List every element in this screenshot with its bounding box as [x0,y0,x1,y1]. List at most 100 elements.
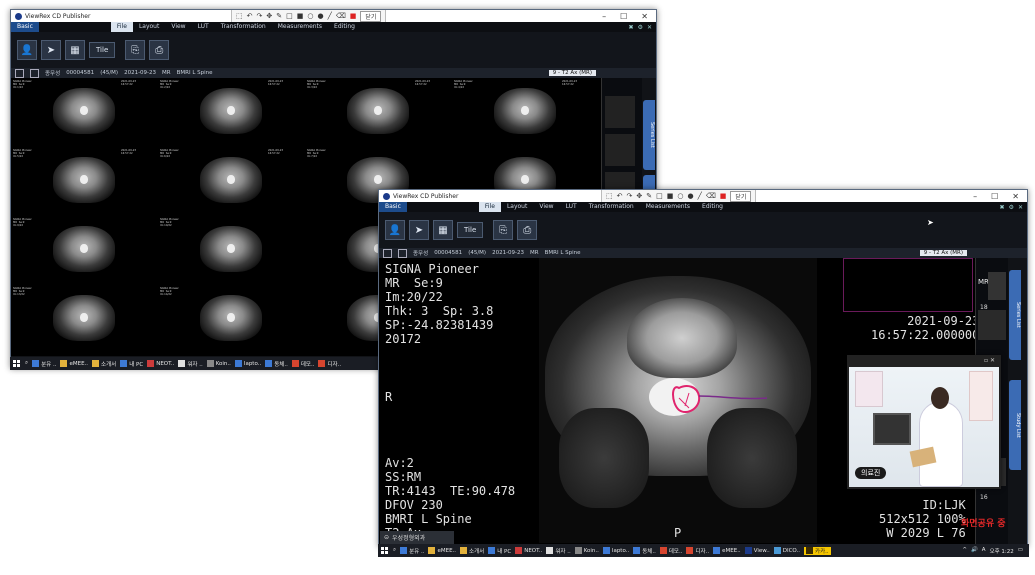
taskbar-item[interactable]: NEOT.. [147,360,174,367]
tile-cell[interactable]: SIGNA Pioneer MR Se:9 Im:5/22 2021-09-23 … [11,147,158,215]
taskbar-item[interactable]: Koin.. [206,360,231,367]
roi-annotation[interactable] [539,258,817,543]
taskbar-item[interactable]: 동체.. [265,360,288,368]
start-icon[interactable] [13,359,21,368]
select-tool-icon[interactable]: ⬚ [236,12,243,20]
taskbar-item[interactable]: 소개서 [460,547,484,555]
start-icon[interactable] [381,546,389,555]
series-selector[interactable]: 9 - T2 Ax (MR) [548,70,596,76]
tile-cell[interactable]: SIGNA Pioneer MR Se:9 Im:14/22 [158,285,305,355]
maximize-button[interactable]: ☐ [991,192,998,201]
redo-icon[interactable]: ↷ [627,192,633,200]
circle-tool-icon[interactable]: ○ [307,12,313,20]
volume-icon[interactable]: 🔊 [971,547,978,555]
taskbar-item[interactable]: 분유 .. [400,547,424,555]
tab-lut[interactable]: LUT [192,22,215,32]
copy-button[interactable]: ⎘ [125,40,146,60]
redo-icon[interactable]: ↷ [257,12,263,20]
tab-editing[interactable]: Editing [328,22,361,32]
series-thumb[interactable] [605,96,635,128]
taskbar-item[interactable]: 데모.. [659,547,682,555]
patient-button[interactable]: 👤 [385,220,405,240]
taskbar-item[interactable]: 디자.. [318,360,341,368]
front-side-tab[interactable]: Study List [1009,380,1021,470]
pin-icon[interactable]: ✖ [1000,204,1005,211]
pointer-button[interactable]: ➤ [409,220,429,240]
layout-1-icon[interactable] [15,68,24,78]
tab-layout[interactable]: Layout [501,202,533,212]
layout-1-icon[interactable] [383,248,392,258]
series-thumb[interactable] [605,134,635,166]
taskbar-item[interactable]: lapto.. [234,360,261,367]
tab-view[interactable]: View [533,202,559,212]
move-tool-icon[interactable]: ✥ [636,192,642,200]
patient-button[interactable]: 👤 [17,40,37,60]
rect-tool-icon[interactable]: □ [656,192,663,200]
tile-button[interactable]: Tile [89,42,116,58]
fill-circle-icon[interactable]: ● [687,192,693,200]
fill-rect-icon[interactable]: ■ [297,12,304,20]
clock[interactable]: 오후 1:22 [990,547,1014,555]
taskbar-item[interactable]: eMEE.. [713,547,741,554]
circle-tool-icon[interactable]: ○ [677,192,683,200]
series-thumb[interactable] [988,272,1006,300]
panel-close-icon[interactable]: ✕ [647,24,652,31]
tab-file[interactable]: File [110,22,133,32]
tab-basic[interactable]: Basic [11,22,39,32]
taskbar-item[interactable]: 데모.. [291,360,314,368]
series-selector[interactable]: 9 - T2 Ax (MR) [919,250,967,256]
tab-view[interactable]: View [165,22,191,32]
taskbar-item[interactable]: lapto.. [602,547,629,554]
pen-tool-icon[interactable]: ✎ [276,12,282,20]
undo-icon[interactable]: ↶ [247,12,253,20]
tab-editing[interactable]: Editing [696,202,729,212]
webcam-window[interactable]: ▫ ✕ 의료진 [847,355,1001,489]
close-window-button[interactable]: ✕ [641,12,648,21]
line-tool-icon[interactable]: ╱ [698,192,702,200]
taskbar-item[interactable]: 디자.. [686,547,709,555]
tray-popup[interactable]: ⊝ 우성정형외과 [380,531,454,544]
taskbar-item[interactable]: 워자 .. [178,360,203,368]
tray-chevron-icon[interactable]: ^ [962,547,967,555]
taskbar-item[interactable]: 내 PC [488,547,511,555]
eraser-icon[interactable]: ⌫ [706,192,716,200]
tile-cell[interactable]: SIGNA Pioneer MR Se:9 Im:13/22 [11,285,158,355]
tab-file[interactable]: File [478,202,501,212]
back-side-tab[interactable]: Series List [643,100,655,170]
taskbar-item[interactable]: DICO.. [773,547,800,554]
taskbar-item[interactable]: NEOT.. [515,547,542,554]
line-tool-icon[interactable]: ╱ [328,12,332,20]
minimize-button[interactable]: – [602,12,606,21]
move-tool-icon[interactable]: ✥ [266,12,272,20]
tab-measurements[interactable]: Measurements [272,22,328,32]
taskbar-item[interactable]: 워자 .. [546,547,571,555]
tile-cell[interactable]: SIGNA Pioneer MR Se:9 Im:1/22 2021-09-23 … [11,78,158,146]
tile-cell[interactable]: SIGNA Pioneer MR Se:9 Im:3/22 2021-09-23 … [305,78,452,146]
capture-button[interactable]: ⎙ [149,40,170,60]
tab-basic[interactable]: Basic [379,202,407,212]
grid-button[interactable]: ▦ [65,40,85,60]
notification-icon[interactable]: ▭ [1018,547,1023,555]
search-icon[interactable]: ⌕ [25,360,28,367]
close-window-button[interactable]: ✕ [1012,192,1019,201]
settings-icon[interactable]: ⚙ [638,24,643,31]
tile-button[interactable]: Tile [457,222,484,238]
copy-button[interactable]: ⎘ [493,220,514,240]
taskbar-item[interactable]: Koin.. [574,547,599,554]
color-icon[interactable]: ■ [720,192,727,200]
fill-circle-icon[interactable]: ● [317,12,323,20]
pointer-button[interactable]: ➤ [41,40,61,60]
fill-rect-icon[interactable]: ■ [667,192,674,200]
series-thumb[interactable] [978,310,1006,340]
front-side-tab[interactable]: Series List [1009,270,1021,360]
tile-cell[interactable]: SIGNA Pioneer MR Se:9 Im:10/22 [158,216,305,284]
maximize-button[interactable]: ☐ [620,12,627,21]
taskbar-item[interactable]: 소개서 [92,360,116,368]
pen-tool-icon[interactable]: ✎ [646,192,652,200]
capture-button[interactable]: ⎙ [517,220,538,240]
taskbar-item[interactable]: 동체.. [633,547,656,555]
taskbar-item[interactable]: eMEE.. [60,360,88,367]
tile-cell[interactable]: SIGNA Pioneer MR Se:9 Im:9/22 [11,216,158,284]
ime-indicator[interactable]: A [982,547,986,555]
tab-transformation[interactable]: Transformation [215,22,272,32]
